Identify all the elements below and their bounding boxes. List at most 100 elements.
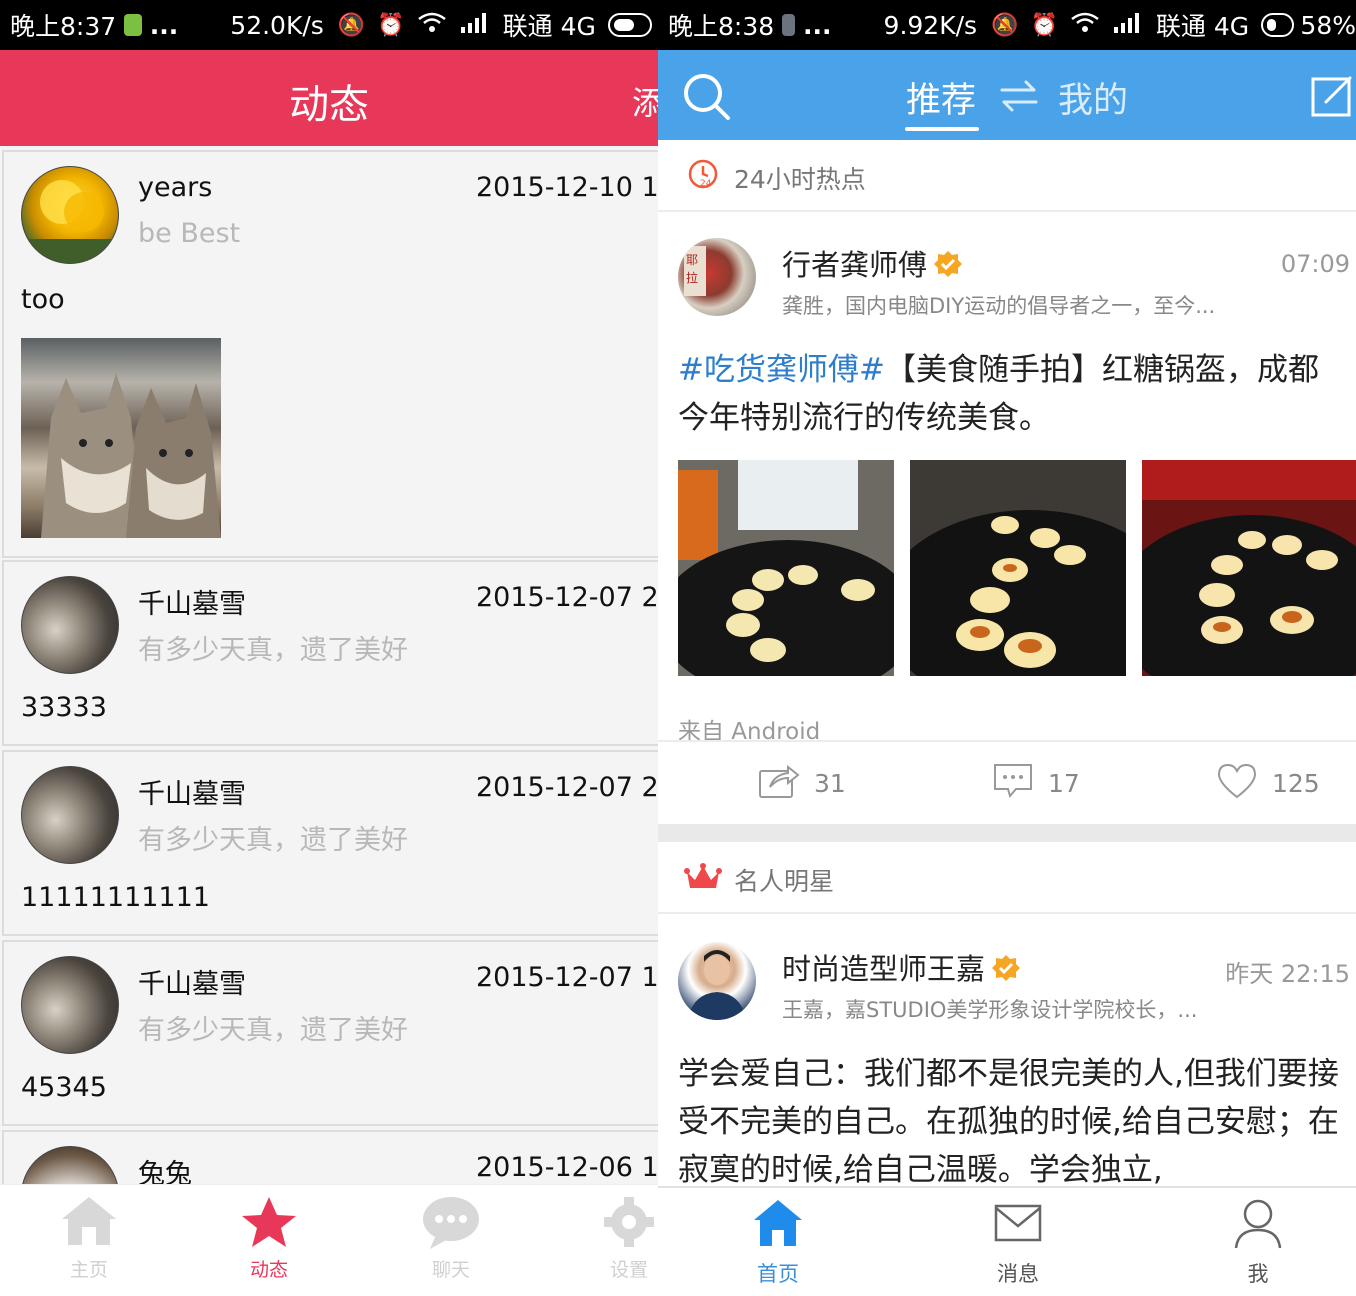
left-app-screen: 晚上8:37 ... 52.0K/s 🔕 ⏰ 联通 4G 动态 添 years … [0,0,658,1296]
app-header: 动态 添 [0,50,658,146]
post-image[interactable] [678,460,894,676]
author-name-row[interactable]: 时尚造型师王嘉 [782,946,1021,990]
post-signature: 有多少天真，遗了美好 [138,825,408,856]
app-notification-icon [124,14,142,36]
tree-avatar[interactable] [21,166,119,264]
status-bar: 晚上8:38 ... 9.92K/s 🔕 ⏰ 联通 4G 58% [658,0,1356,50]
author-name-row[interactable]: 行者龚师傅 [782,242,963,286]
post-signature: be Best [138,218,241,249]
wifi-icon [417,11,447,39]
feed-item[interactable]: years 2015-12-10 14 be Best too [2,150,658,558]
wolf-avatar[interactable] [21,576,119,674]
section-header-celebrity: 名人明星 [658,842,1356,914]
tab-home[interactable]: 主页 [44,1193,134,1282]
clock-24-icon: 24 [686,156,720,194]
wolf-avatar[interactable] [21,956,119,1054]
section-title: 24小时热点 [734,165,866,194]
mail-icon [968,1196,1068,1250]
network-speed: 9.92K/s [883,10,978,40]
settings-icon [584,1193,658,1251]
tab-home[interactable]: 首页 [728,1196,828,1288]
repost-button[interactable]: 31 [758,760,846,806]
post-author: years [138,172,213,203]
tab-moments[interactable]: 动态 [224,1193,314,1282]
post-content: too [21,284,65,315]
tab-label: 设置 [609,1259,648,1281]
crown-icon [684,862,722,896]
rabbit-avatar[interactable] [21,1146,119,1184]
post-date: 2015-12-06 17 [476,1152,658,1183]
post-image[interactable] [1142,460,1356,676]
chat-icon [406,1193,496,1251]
app-header: 推荐 我的 [658,50,1356,140]
post-author: 千山墓雪 [138,779,246,810]
feed-item[interactable]: 兔兔 2015-12-06 17 [2,1130,658,1184]
tab-label: 主页 [69,1259,108,1281]
add-button[interactable]: 添 [632,78,658,124]
feed-item[interactable]: 千山墓雪 2015-12-07 20 有多少天真，遗了美好 33333 [2,560,658,746]
post-photo[interactable] [21,338,221,538]
author-bio: 王嘉，嘉STUDIO美学形象设计学院校长，... [782,998,1198,1022]
comment-icon [992,762,1034,804]
post-signature: 有多少天真，遗了美好 [138,635,408,666]
hashtag-link[interactable]: #吃货龚师傅# [678,352,885,388]
heart-icon [1216,762,1258,804]
alarm-icon: ⏰ [377,12,405,38]
verified-badge-icon [991,953,1021,990]
like-button[interactable]: 125 [1216,760,1320,806]
post-date: 2015-12-07 10 [476,962,658,993]
signal-icon [459,11,491,39]
search-icon[interactable] [682,72,732,126]
author-avatar[interactable] [678,942,756,1020]
tab-chat[interactable]: 聊天 [406,1193,496,1282]
section-title: 名人明星 [734,867,835,896]
feed-item[interactable]: 千山墓雪 2015-12-07 20 有多少天真，遗了美好 1111111111… [2,750,658,936]
author-name[interactable]: 行者龚师傅 [782,248,927,282]
carrier-label: 联通 4G [502,12,596,41]
person-icon [1208,1196,1308,1250]
wifi-icon [1070,11,1100,39]
tab-mine[interactable]: 我的 [1058,72,1128,123]
tab-label: 消息 [997,1262,1039,1286]
tab-recommend[interactable]: 推荐 [906,72,976,123]
section-header-hot: 24 24小时热点 [658,140,1356,212]
feed-list[interactable]: years 2015-12-10 14 be Best too 千山墓雪 201… [0,146,658,1184]
home-icon [728,1196,828,1250]
tab-settings[interactable]: 设置 [584,1193,658,1282]
right-app-screen: 晚上8:38 ... 9.92K/s 🔕 ⏰ 联通 4G 58% 推荐 我的 2… [658,0,1356,1296]
comment-button[interactable]: 17 [992,760,1080,806]
wolf-avatar[interactable] [21,766,119,864]
tab-messages[interactable]: 消息 [968,1196,1068,1288]
post-text: #吃货龚师傅#【美食随手拍】红糖锅盔，成都今年特别流行的传统美食。 [678,346,1348,442]
alarm-icon: ⏰ [1030,12,1058,38]
post-body: 学会爱自己：我们都不是很完美的人,但我们要接受不完美的自己。在孤独的时候,给自己… [678,1056,1339,1186]
signal-icon [1112,11,1144,39]
post-date: 2015-12-07 20 [476,772,658,803]
status-bar: 晚上8:37 ... 52.0K/s 🔕 ⏰ 联通 4G [0,0,658,50]
svg-text:24: 24 [700,179,712,189]
post-date: 2015-12-10 14 [476,172,658,203]
svg-text:拉: 拉 [686,270,698,285]
post-time: 07:09 [1280,250,1350,278]
network-speed: 52.0K/s [230,10,324,40]
battery-icon [607,13,652,37]
switch-arrows-icon[interactable] [998,76,1040,120]
verified-badge-icon [933,249,963,286]
post-time: 昨天 22:15 [1225,960,1350,988]
battery-percent: 58% [1300,10,1356,40]
feed-item[interactable]: 千山墓雪 2015-12-07 10 有多少天真，遗了美好 45345 [2,940,658,1126]
author-avatar[interactable]: 耶拉 [678,238,756,316]
tab-me[interactable]: 我 [1208,1196,1308,1288]
status-time: 晚上8:38 [668,12,775,41]
post-content: 11111111111 [21,882,210,913]
post-image[interactable] [910,460,1126,676]
battery-icon [1261,13,1295,37]
tab-label: 聊天 [431,1259,470,1281]
bottom-tab-bar: 主页 动态 聊天 设置 [0,1184,658,1296]
compose-icon[interactable] [1310,74,1354,122]
author-name[interactable]: 时尚造型师王嘉 [782,952,985,986]
post-author: 千山墓雪 [138,589,246,620]
post-signature: 有多少天真，遗了美好 [138,1015,408,1046]
post-content: 33333 [21,692,107,723]
post-author: 千山墓雪 [138,969,246,1000]
